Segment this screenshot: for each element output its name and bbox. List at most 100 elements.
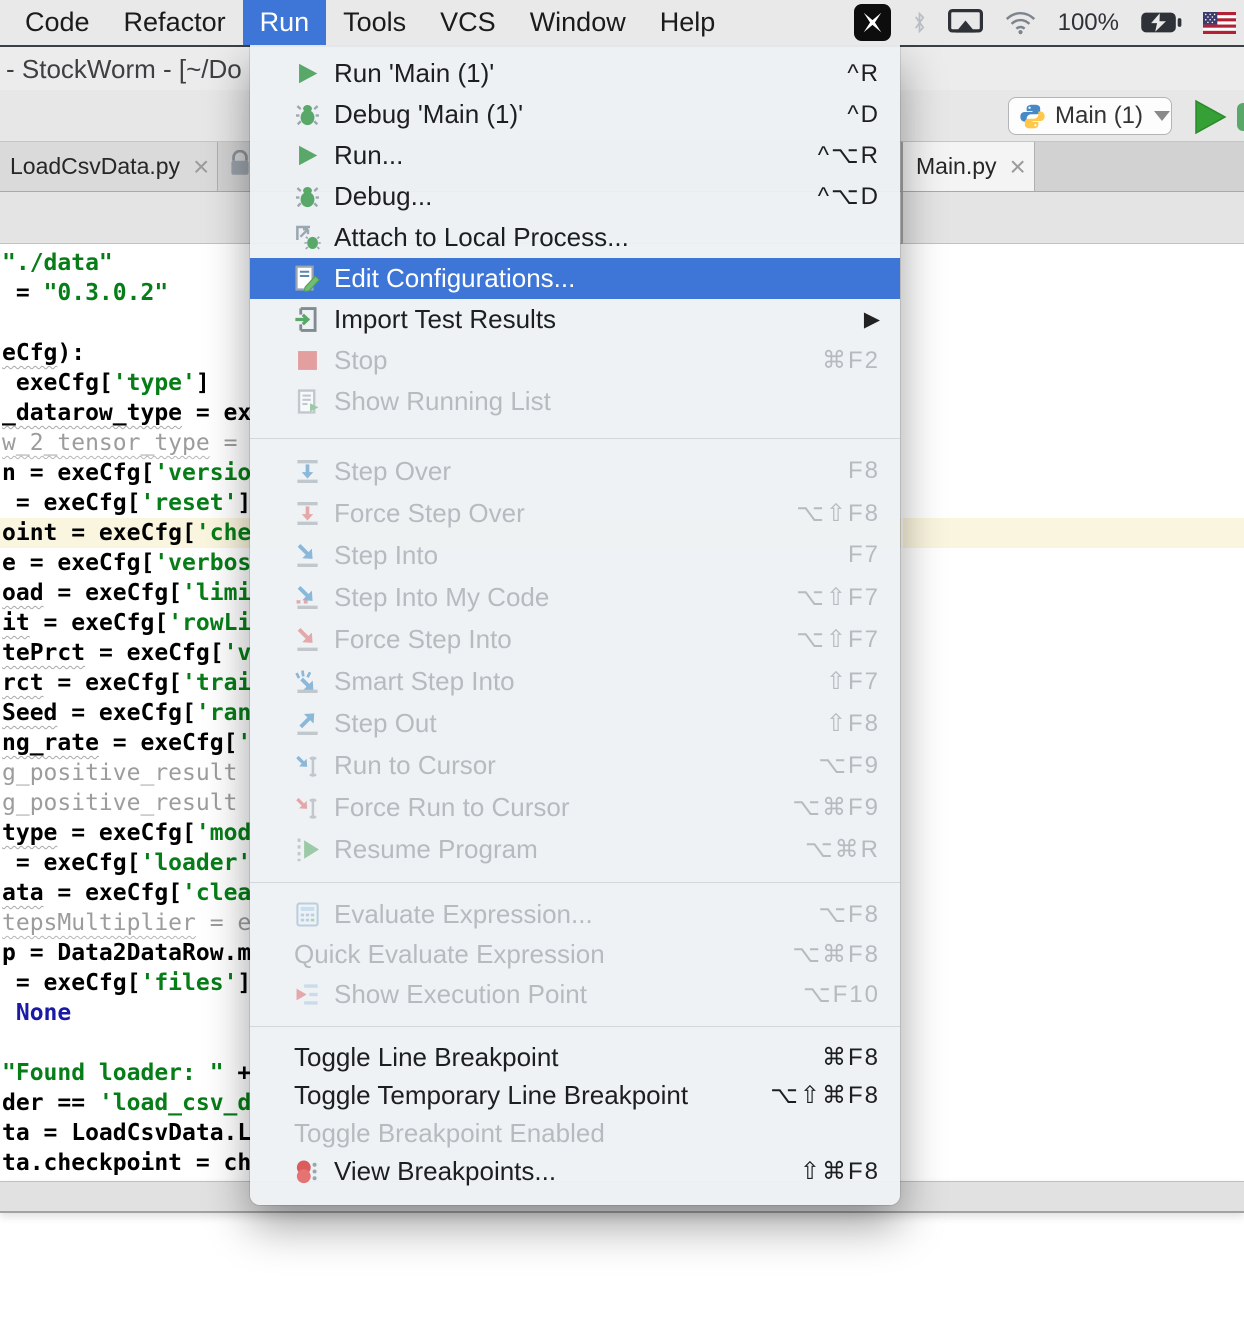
display-mirroring-icon[interactable] [948,9,983,36]
macos-menu-bar: CodeRefactorRunToolsVCSWindowHelp 100% [0,0,1244,45]
code-line: None [2,998,251,1028]
code-line: e = exeCfg['verbos [2,548,251,578]
menu-item-shortcut: ⌥F9 [818,751,880,780]
step-out-icon [294,710,321,737]
us-flag-icon[interactable] [1203,12,1236,34]
code-line: type = exeCfg['mod [2,818,251,848]
menu-item-view-breakpoints[interactable]: View Breakpoints... ⇧⌘F8 [250,1152,900,1190]
code-line: ta = LoadCsvData.L [2,1118,251,1148]
code-line: rct = exeCfg['trai [2,668,251,698]
menu-item-attach-to-local-process[interactable]: Attach to Local Process... [250,217,900,258]
run-button[interactable] [1192,99,1228,135]
force-step-into-icon [294,626,321,653]
caret-line-highlight [903,518,1244,548]
menu-item-shortcut: ⇧⌘F8 [800,1157,880,1186]
menu-item-shortcut: ⇧F8 [826,709,880,738]
run-configuration-name: Main (1) [1055,102,1143,130]
menu-item-label: Debug 'Main (1)' [334,99,523,130]
menu-item-label: Attach to Local Process... [334,222,629,253]
wifi-icon[interactable] [1004,10,1037,35]
menu-item-show-running-list: Show Running List [250,381,900,422]
app-icon[interactable] [854,4,891,41]
menu-item-shortcut: ^D [847,101,880,129]
close-icon[interactable]: × [193,153,209,181]
menu-item-label: Show Running List [334,386,551,417]
menubar-item-window[interactable]: Window [513,0,643,45]
editor-pane-main-py[interactable] [903,244,1244,1181]
run-menu-dropdown: Run 'Main (1)'^R Debug 'Main (1)' ^D Run...… [250,45,900,1205]
menubar-item-refactor[interactable]: Refactor [107,0,243,45]
menu-item-run-main-1[interactable]: Run 'Main (1)'^R [250,53,900,94]
view-breakpoints-icon [294,1158,321,1185]
menu-item-debug-main-1[interactable]: Debug 'Main (1)' ^D [250,94,900,135]
debug-icon [294,183,321,210]
tab-loadcsvdata[interactable]: LoadCsvData.py × [0,142,218,191]
run-to-cursor-icon [294,752,321,779]
menu-item-label: Step Into My Code [334,582,549,613]
menu-item-label: Evaluate Expression... [334,899,593,930]
menu-item-label: Import Test Results [334,304,556,335]
code-line: ta.checkpoint = ch [2,1148,251,1178]
menu-item-label: Run... [334,140,403,171]
menu-item-shortcut: ⌥⌘F8 [792,940,880,969]
menubar-item-vcs[interactable]: VCS [423,0,513,45]
evaluate-icon [294,901,321,928]
menu-item-step-over: Step OverF8 [250,450,900,492]
menu-item-label: Debug... [334,181,432,212]
debug-button-partial-icon[interactable] [1237,103,1244,131]
run-configuration-selector[interactable]: Main (1) [1008,97,1172,135]
menu-item-label: Toggle Breakpoint Enabled [294,1118,605,1149]
menu-item-label: Step Into [334,540,438,571]
menu-item-label: Toggle Temporary Line Breakpoint [294,1080,688,1111]
menu-item-label: Quick Evaluate Expression [294,939,605,970]
code-line: _datarow_type = ex [2,398,251,428]
menu-item-debug[interactable]: Debug...^⌥D [250,176,900,217]
resume-icon [294,836,321,863]
menubar-status-area: 100% [854,4,1244,41]
menu-item-shortcut: ⌥F10 [803,980,880,1009]
menubar-items: CodeRefactorRunToolsVCSWindowHelp [8,0,732,45]
bluetooth-icon[interactable] [912,11,927,34]
menu-item-edit-configurations[interactable]: Edit Configurations... [250,258,900,299]
menubar-item-code[interactable]: Code [8,0,107,45]
menu-item-step-out: Step Out⇧F8 [250,702,900,744]
menu-item-shortcut: ⌥F8 [818,900,880,929]
battery-charging-icon[interactable] [1140,11,1182,34]
close-icon[interactable]: × [1010,153,1026,181]
menu-item-label: Show Execution Point [334,979,587,1010]
tab-main-py[interactable]: Main.py × [903,142,1035,191]
menu-item-label: Stop [334,345,388,376]
menu-item-label: Force Step Into [334,624,512,655]
menubar-item-run[interactable]: Run [243,0,327,45]
menu-item-label: Run 'Main (1)' [334,58,494,89]
code-line: w_2_tensor_type = [2,428,251,458]
import-icon [294,306,321,333]
code-line: n = exeCfg['versio [2,458,251,488]
code-line [2,308,251,338]
code-line: p = Data2DataRow.m [2,938,251,968]
code-line: der == 'load_csv_d [2,1088,251,1118]
code-line: g_positive_result [2,788,251,818]
menu-item-resume-program: Resume Program⌥⌘R [250,828,900,870]
menu-item-run[interactable]: Run...^⌥R [250,135,900,176]
menubar-item-help[interactable]: Help [643,0,733,45]
screen: - StockWorm - [~/Do Main (1) LoadCsvData… [0,0,1244,1324]
menu-item-show-execution-point: Show Execution Point ⌥F10 [250,974,900,1014]
step-into-my-code-icon [294,584,321,611]
next-tab-partial-icon[interactable] [229,150,251,183]
menu-item-label: View Breakpoints... [334,1156,556,1187]
menu-item-shortcut: ⌥⌘R [805,835,880,864]
force-step-over-icon [294,500,321,527]
menubar-item-tools[interactable]: Tools [326,0,423,45]
stop-icon [294,347,321,374]
menu-item-evaluate-expression: Evaluate Expression... ⌥F8 [250,894,900,934]
menu-item-label: Step Over [334,456,451,487]
tab-label: Main.py [916,153,997,180]
code-line: "./data" [2,248,251,278]
menu-item-toggle-line-breakpoint[interactable]: Toggle Line Breakpoint⌘F8 [250,1038,900,1076]
menu-item-import-test-results[interactable]: Import Test Results▶ [250,299,900,340]
code-line: ng_rate = exeCfg[' [2,728,251,758]
menu-item-toggle-temporary-line-breakpoint[interactable]: Toggle Temporary Line Breakpoint⌥⇧⌘F8 [250,1076,900,1114]
code-line: "Found loader: " + [2,1058,251,1088]
debug-icon [294,101,321,128]
